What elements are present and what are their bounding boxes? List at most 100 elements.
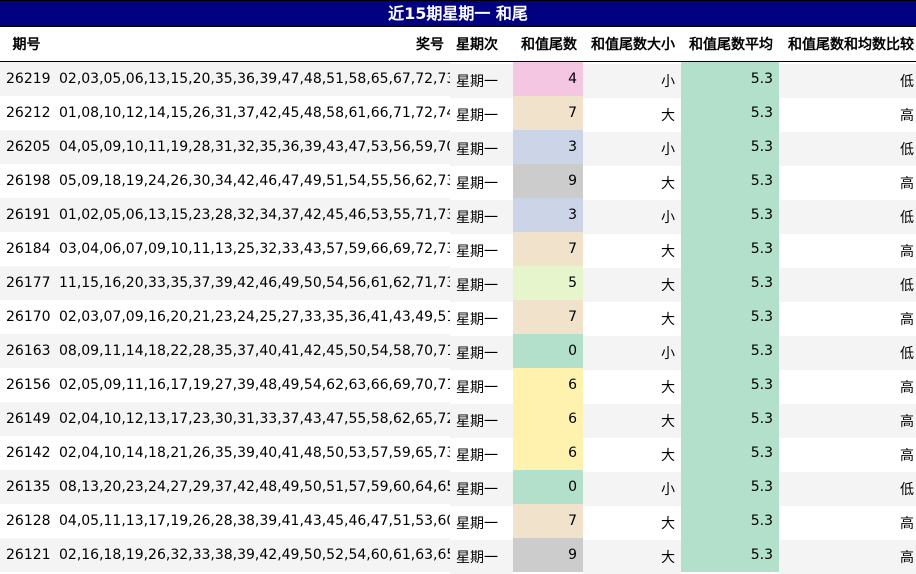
cell-avg: 5.3 (681, 61, 779, 96)
cell-tail: 7 (513, 232, 583, 266)
cell-numbers: 08,13,20,23,24,27,29,37,42,48,49,50,51,5… (53, 470, 450, 504)
cell-tail: 6 (513, 402, 583, 436)
table-body: 26219 02,03,05,06,13,15,20,35,36,39,47,48… (0, 61, 916, 574)
cell-avg: 5.3 (681, 266, 779, 300)
cell-weekday: 星期一 (450, 404, 513, 438)
cell-tail: 3 (513, 130, 583, 164)
cell-tail: 6 (513, 436, 583, 470)
cell-tail: 4 (513, 61, 583, 96)
cell-compare: 低 (779, 132, 916, 166)
cell-size: 小 (583, 200, 681, 234)
header-tail: 和值尾数 (513, 27, 583, 62)
cell-numbers: 05,09,18,19,24,26,30,34,42,46,47,49,51,5… (53, 164, 450, 198)
header-numbers: 奖号 (53, 27, 450, 62)
cell-compare: 高 (779, 98, 916, 132)
cell-compare: 高 (779, 540, 916, 574)
header-compare: 和值尾数和均数比较 (779, 27, 916, 62)
cell-compare: 低 (779, 200, 916, 234)
cell-tail: 6 (513, 368, 583, 402)
header-weekday: 星期次 (450, 27, 513, 62)
table-row: 26205 04,05,09,10,11,19,28,31,32,35,36,39… (0, 130, 916, 166)
cell-id: 26128 (0, 504, 53, 538)
cell-tail: 9 (513, 538, 583, 572)
cell-id: 26184 (0, 232, 53, 266)
cell-avg: 5.3 (681, 198, 779, 232)
cell-tail: 0 (513, 470, 583, 504)
cell-numbers: 11,15,16,20,33,35,37,39,42,46,49,50,54,5… (53, 266, 450, 300)
cell-numbers: 03,04,06,07,09,10,11,13,25,32,33,43,57,5… (53, 232, 450, 266)
cell-weekday: 星期一 (450, 98, 513, 132)
cell-compare: 低 (779, 268, 916, 302)
cell-avg: 5.3 (681, 538, 779, 572)
cell-compare: 高 (779, 234, 916, 268)
cell-numbers: 02,04,10,14,18,21,26,35,39,40,41,48,50,5… (53, 436, 450, 470)
table-title: 近15期星期一 和尾 (0, 0, 916, 27)
table-row: 26219 02,03,05,06,13,15,20,35,36,39,47,48… (0, 61, 916, 98)
table-header: 期号 奖号 星期次 和值尾数 和值尾数大小 和值尾数平均 和值尾数和均数比较 (0, 27, 916, 62)
cell-numbers: 04,05,11,13,17,19,26,28,38,39,41,43,45,4… (53, 504, 450, 538)
cell-weekday: 星期一 (450, 472, 513, 506)
cell-weekday: 星期一 (450, 63, 513, 98)
header-row: 期号 奖号 星期次 和值尾数 和值尾数大小 和值尾数平均 和值尾数和均数比较 (0, 27, 916, 62)
table-row: 26142 02,04,10,14,18,21,26,35,39,40,41,48… (0, 436, 916, 472)
cell-weekday: 星期一 (450, 540, 513, 574)
cell-size: 小 (583, 132, 681, 166)
table-row: 26191 01,02,05,06,13,15,23,28,32,34,37,42… (0, 198, 916, 234)
cell-compare: 低 (779, 336, 916, 370)
cell-size: 小 (583, 63, 681, 98)
cell-weekday: 星期一 (450, 234, 513, 268)
cell-avg: 5.3 (681, 470, 779, 504)
table-row: 26184 03,04,06,07,09,10,11,13,25,32,33,43… (0, 232, 916, 268)
table-row: 26156 02,05,09,11,16,17,19,27,39,48,49,54… (0, 368, 916, 404)
cell-tail: 3 (513, 198, 583, 232)
cell-avg: 5.3 (681, 96, 779, 130)
table-row: 26170 02,03,07,09,16,20,21,23,24,25,27,33… (0, 300, 916, 336)
cell-avg: 5.3 (681, 436, 779, 470)
cell-numbers: 01,02,05,06,13,15,23,28,32,34,37,42,45,4… (53, 198, 450, 232)
cell-avg: 5.3 (681, 232, 779, 266)
cell-numbers: 02,16,18,19,26,32,33,38,39,42,49,50,52,5… (53, 538, 450, 572)
cell-size: 大 (583, 438, 681, 472)
header-id: 期号 (0, 27, 53, 62)
results-panel: 近15期星期一 和尾 期号 奖号 星期次 和值尾数 和值尾数大小 和值尾数平均 … (0, 0, 916, 574)
cell-avg: 5.3 (681, 130, 779, 164)
cell-numbers: 08,09,11,14,18,22,28,35,37,40,41,42,45,5… (53, 334, 450, 368)
cell-numbers: 04,05,09,10,11,19,28,31,32,35,36,39,43,4… (53, 130, 450, 164)
cell-size: 大 (583, 370, 681, 404)
cell-size: 大 (583, 98, 681, 132)
cell-weekday: 星期一 (450, 302, 513, 336)
cell-id: 26219 (0, 61, 53, 96)
cell-size: 大 (583, 404, 681, 438)
cell-size: 大 (583, 302, 681, 336)
cell-size: 大 (583, 268, 681, 302)
cell-id: 26135 (0, 470, 53, 504)
cell-weekday: 星期一 (450, 132, 513, 166)
cell-avg: 5.3 (681, 402, 779, 436)
cell-size: 大 (583, 540, 681, 574)
cell-id: 26163 (0, 334, 53, 368)
table-row: 26128 04,05,11,13,17,19,26,28,38,39,41,43… (0, 504, 916, 540)
cell-numbers: 01,08,10,12,14,15,26,31,37,42,45,48,58,6… (53, 96, 450, 130)
cell-avg: 5.3 (681, 164, 779, 198)
header-size: 和值尾数大小 (583, 27, 681, 62)
cell-tail: 5 (513, 266, 583, 300)
cell-weekday: 星期一 (450, 370, 513, 404)
cell-id: 26142 (0, 436, 53, 470)
header-avg: 和值尾数平均 (681, 27, 779, 62)
cell-numbers: 02,04,10,12,13,17,23,30,31,33,37,43,47,5… (53, 402, 450, 436)
table-row: 26198 05,09,18,19,24,26,30,34,42,46,47,49… (0, 164, 916, 200)
table-row: 26149 02,04,10,12,13,17,23,30,31,33,37,43… (0, 402, 916, 438)
cell-avg: 5.3 (681, 368, 779, 402)
cell-weekday: 星期一 (450, 166, 513, 200)
cell-weekday: 星期一 (450, 268, 513, 302)
cell-id: 26149 (0, 402, 53, 436)
cell-size: 大 (583, 166, 681, 200)
cell-avg: 5.3 (681, 504, 779, 538)
cell-size: 大 (583, 506, 681, 540)
cell-id: 26121 (0, 538, 53, 572)
cell-weekday: 星期一 (450, 200, 513, 234)
cell-size: 小 (583, 336, 681, 370)
cell-compare: 高 (779, 302, 916, 336)
table-row: 26121 02,16,18,19,26,32,33,38,39,42,49,50… (0, 538, 916, 574)
table-row: 26177 11,15,16,20,33,35,37,39,42,46,49,50… (0, 266, 916, 302)
